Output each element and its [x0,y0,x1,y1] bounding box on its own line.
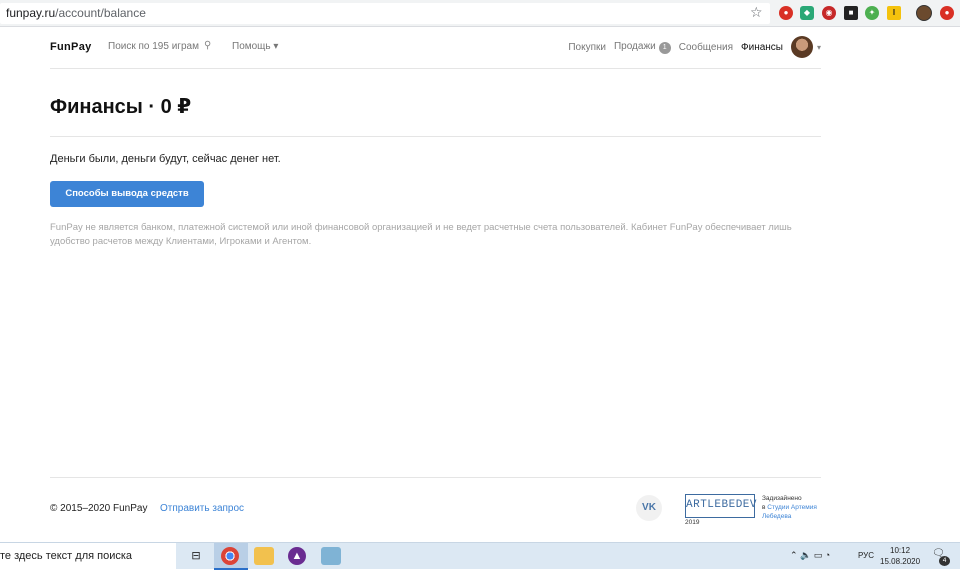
notifications-count: 4 [939,556,950,566]
disclaimer-text: FunPay не является банком, платежной сис… [50,222,792,247]
taskbar: те здесь текст для поиска ⊟ ▲ ⌃ 🔈 ▭ ◔ РУ… [0,542,960,570]
extension-icon-6[interactable]: l [887,6,901,20]
extension-icon-4[interactable]: ■ [844,6,858,20]
clock-time: 10:12 [890,546,911,555]
copyright: © 2015–2020 FunPay [50,503,148,514]
send-request-link[interactable]: Отправить запрос [160,503,244,514]
search-icon[interactable]: ⚲ [204,40,211,51]
nav-finances[interactable]: Финансы [741,42,783,53]
bookmark-star-icon[interactable]: ☆ [750,4,763,21]
studio-link[interactable]: Студии Артемия Лебедева [762,504,817,520]
extension-icon-5[interactable]: ✦ [865,6,879,20]
withdraw-methods-button[interactable]: Способы вывода средств [50,181,204,207]
vk-icon[interactable]: VK [636,495,662,521]
url-host: funpay.ru [6,6,56,20]
user-avatar[interactable] [790,36,813,58]
nav-sales-label: Продажи [613,40,656,52]
extension-icon-1[interactable]: ● [779,6,793,20]
help-label: Помощь [232,41,271,52]
studio-year: 2019 [685,519,700,526]
extension-icon-7[interactable]: ● [940,6,954,20]
chrome-icon[interactable] [221,547,239,565]
taskbar-search-input[interactable]: те здесь текст для поиска [0,543,176,570]
help-menu[interactable]: Помощь ▾ [232,41,278,52]
chevron-down-icon: ▾ [273,41,279,52]
divider [50,477,821,478]
designed-by: Задизайнено в Студии Артемия Лебедева [762,494,832,521]
file-explorer-icon[interactable] [254,547,274,565]
language-indicator[interactable]: РУС [858,551,874,560]
balance-message: Деньги были, деньги будут, сейчас денег … [50,153,281,165]
clock-date: 15.08.2020 [880,557,921,566]
chevron-down-icon[interactable]: ▾ [817,43,821,52]
sales-count-badge: 1 [658,41,671,54]
nav-messages[interactable]: Сообщения [679,42,733,53]
extension-icon-3[interactable]: ◉ [822,6,836,20]
app-icon-2[interactable] [321,547,341,565]
browser-toolbar: funpay.ru/account/balance ☆ ● ◆ ◉ ■ ✦ l … [0,0,960,27]
user-nav: Покупки Продажи 1 Сообщения Финансы ▾ [568,35,821,59]
system-tray-icons[interactable]: ⌃ 🔈 ▭ ◔ [790,550,830,561]
profile-avatar-icon[interactable] [916,5,932,21]
funpay-logo[interactable]: FunPay [50,41,92,53]
address-bar[interactable]: funpay.ru/account/balance [0,3,770,24]
artlebedev-logo[interactable]: ARTLEBEDEV [685,494,757,518]
clock[interactable]: 10:12 15.08.2020 [880,545,920,567]
app-icon[interactable]: ▲ [288,547,306,565]
nav-purchases[interactable]: Покупки [568,42,606,53]
designed-line: Задизайнено [762,495,802,502]
task-view-icon[interactable]: ⊟ [186,547,206,565]
page-title: Финансы · 0 ₽ [50,96,192,118]
url-path: /account/balance [55,6,146,20]
site-header: FunPay Поиск по 195 играм ⚲ Помощь ▾ Пок… [50,27,821,69]
search-input[interactable]: Поиск по 195 играм [108,41,199,52]
nav-sales[interactable]: Продажи 1 [614,41,671,54]
divider [50,136,821,137]
designed-by-line: в Студии Артемия Лебедева [762,503,832,521]
extension-icon-2[interactable]: ◆ [800,6,814,20]
